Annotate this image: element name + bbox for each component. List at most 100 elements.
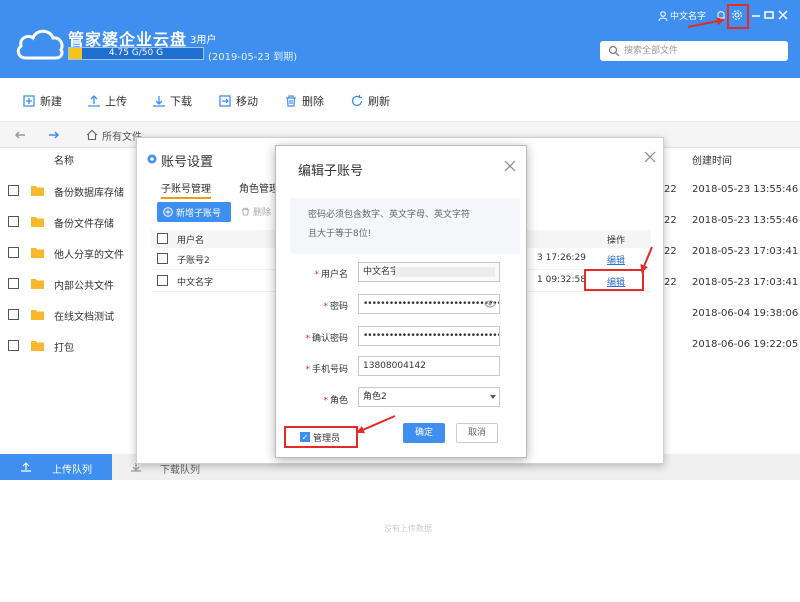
- minimize-icon[interactable]: [750, 9, 762, 21]
- confirm-password-field[interactable]: ••••••••••••••••••••••••••••••••••: [358, 326, 500, 346]
- confirm-password-label: * 确认密码: [305, 334, 348, 344]
- refresh-button[interactable]: 刷新: [350, 93, 390, 109]
- confirm-password-value: ••••••••••••••••••••••••••••••••••: [363, 331, 500, 341]
- upload-label: 上传: [105, 95, 127, 108]
- file-row-checkbox[interactable]: [8, 309, 19, 320]
- file-created-time: 2018-05-23 13:55:46: [692, 215, 799, 226]
- file-name[interactable]: 打包: [54, 339, 74, 354]
- close-icon[interactable]: [644, 151, 656, 163]
- file-created-time: 2018-05-23 13:55:46: [692, 184, 799, 195]
- username-redaction: [395, 267, 495, 277]
- settings-gear-icon: [147, 154, 157, 164]
- file-row-checkbox[interactable]: [8, 247, 19, 258]
- upload-queue-icon: [21, 462, 31, 472]
- new-button[interactable]: 新建: [22, 93, 62, 109]
- new-file-icon: [23, 95, 35, 107]
- sub-account-username: 中文名字: [177, 278, 214, 288]
- username-field: 中文名字: [358, 262, 500, 282]
- new-label: 新建: [40, 95, 62, 108]
- maximize-icon[interactable]: [763, 9, 775, 21]
- cancel-button[interactable]: 取消: [456, 423, 498, 443]
- folder-icon: [31, 279, 44, 289]
- edit-sub-account-title: 编辑子账号: [298, 164, 364, 179]
- current-user[interactable]: 中文名字: [658, 9, 706, 22]
- expiry-date: (2019-05-23 到期): [208, 52, 298, 63]
- edit-sub-account-dialog: 编辑子账号 密码必须包含数字、英文字母、英文字符 且大于等于8位! * 用户名 中…: [275, 145, 527, 458]
- role-select[interactable]: 角色2: [358, 387, 500, 407]
- chevron-down-icon: [490, 395, 496, 399]
- file-name[interactable]: 在线文档测试: [54, 308, 114, 323]
- edit-sub-account-link[interactable]: 编辑: [607, 253, 625, 266]
- file-row-checkbox[interactable]: [8, 216, 19, 227]
- add-sub-account-button[interactable]: 新增子账号: [157, 202, 231, 222]
- forward-arrow-icon[interactable]: [48, 129, 60, 141]
- password-field[interactable]: ••••••••••••••••••••••••••••••••••: [358, 294, 500, 314]
- admin-checkbox-wrapper[interactable]: ✓ 管理员: [284, 426, 358, 448]
- back-arrow-icon[interactable]: [14, 129, 26, 141]
- column-header-name[interactable]: 名称: [54, 148, 74, 176]
- sub-account-username: 子账号2: [177, 256, 210, 266]
- upload-queue-tab[interactable]: 上传队列: [0, 454, 112, 480]
- file-created-time: 2018-05-23 17:03:41: [692, 277, 799, 288]
- delete-label: 删除: [302, 95, 324, 108]
- column-header-created[interactable]: 创建时间: [692, 148, 732, 176]
- home-icon[interactable]: [86, 129, 98, 141]
- add-sub-account-label: 新增子账号: [176, 208, 222, 219]
- upload-button[interactable]: 上传: [87, 93, 127, 109]
- password-requirement-tip: 密码必须包含数字、英文字母、英文字符 且大于等于8位!: [290, 198, 520, 254]
- password-label: * 密码: [323, 302, 348, 312]
- trash-icon: [241, 207, 250, 216]
- sub-account-time: 3 17:26:29: [537, 253, 587, 263]
- move-button[interactable]: 移动: [218, 93, 258, 109]
- tip-line-2: 且大于等于8位!: [308, 229, 372, 239]
- sub-account-checkbox[interactable]: [157, 253, 168, 264]
- tip-line-1: 密码必须包含数字、英文字母、英文字符: [308, 210, 471, 220]
- close-window-icon[interactable]: [777, 9, 789, 21]
- column-header-action: 操作: [607, 236, 626, 246]
- search-input[interactable]: [624, 43, 782, 59]
- eye-icon[interactable]: [484, 299, 496, 309]
- file-row-checkbox[interactable]: [8, 340, 19, 351]
- file-modified-partial: 22: [664, 246, 677, 257]
- select-all-checkbox[interactable]: [157, 233, 168, 244]
- file-row-checkbox[interactable]: [8, 278, 19, 289]
- upload-queue-label: 上传队列: [52, 465, 92, 476]
- folder-icon: [31, 341, 44, 351]
- confirm-button[interactable]: 确定: [403, 423, 445, 443]
- edit-link-highlight-box: [584, 269, 644, 291]
- file-name[interactable]: 备份数据库存储: [54, 184, 124, 199]
- delete-sub-account-button[interactable]: 删除: [241, 205, 271, 218]
- storage-usage-text: 4.75 G/50 G: [108, 48, 164, 58]
- search-box: [600, 41, 788, 61]
- download-label: 下载: [170, 95, 192, 108]
- plus-circle-icon: [163, 207, 173, 217]
- file-row-checkbox[interactable]: [8, 185, 19, 196]
- admin-checkbox[interactable]: ✓: [300, 432, 310, 442]
- folder-icon: [31, 310, 44, 320]
- folder-icon: [31, 186, 44, 196]
- sub-account-checkbox[interactable]: [157, 275, 168, 286]
- delete-button[interactable]: 删除: [284, 93, 324, 109]
- file-name[interactable]: 他人分享的文件: [54, 246, 124, 261]
- download-button[interactable]: 下载: [152, 93, 192, 109]
- folder-icon: [31, 217, 44, 227]
- file-name[interactable]: 内部公共文件: [54, 277, 114, 292]
- tab-roles[interactable]: 角色管理: [239, 180, 279, 195]
- file-modified-partial: 22: [664, 277, 677, 288]
- file-created-time: 2018-06-04 19:38:06: [692, 308, 799, 319]
- file-modified-partial: 22: [664, 215, 677, 226]
- account-settings-title: 账号设置: [161, 155, 214, 170]
- move-label: 移动: [236, 95, 258, 108]
- folder-icon: [31, 248, 44, 258]
- bell-icon[interactable]: [715, 9, 727, 21]
- phone-field[interactable]: 13808004142: [358, 356, 500, 376]
- column-header-username: 用户名: [177, 236, 205, 246]
- storage-usage-bar: 4.75 G/50 G: [68, 47, 204, 60]
- admin-label: 管理员: [313, 433, 341, 444]
- tab-sub-accounts[interactable]: 子账号管理: [161, 180, 211, 199]
- toolbar: 新建 上传 下载 移动 删除 刷新: [0, 78, 800, 122]
- close-icon[interactable]: [504, 160, 516, 172]
- user-icon: [658, 10, 668, 21]
- file-name[interactable]: 备份文件存储: [54, 215, 114, 230]
- sub-account-time: 1 09:32:58: [537, 275, 587, 285]
